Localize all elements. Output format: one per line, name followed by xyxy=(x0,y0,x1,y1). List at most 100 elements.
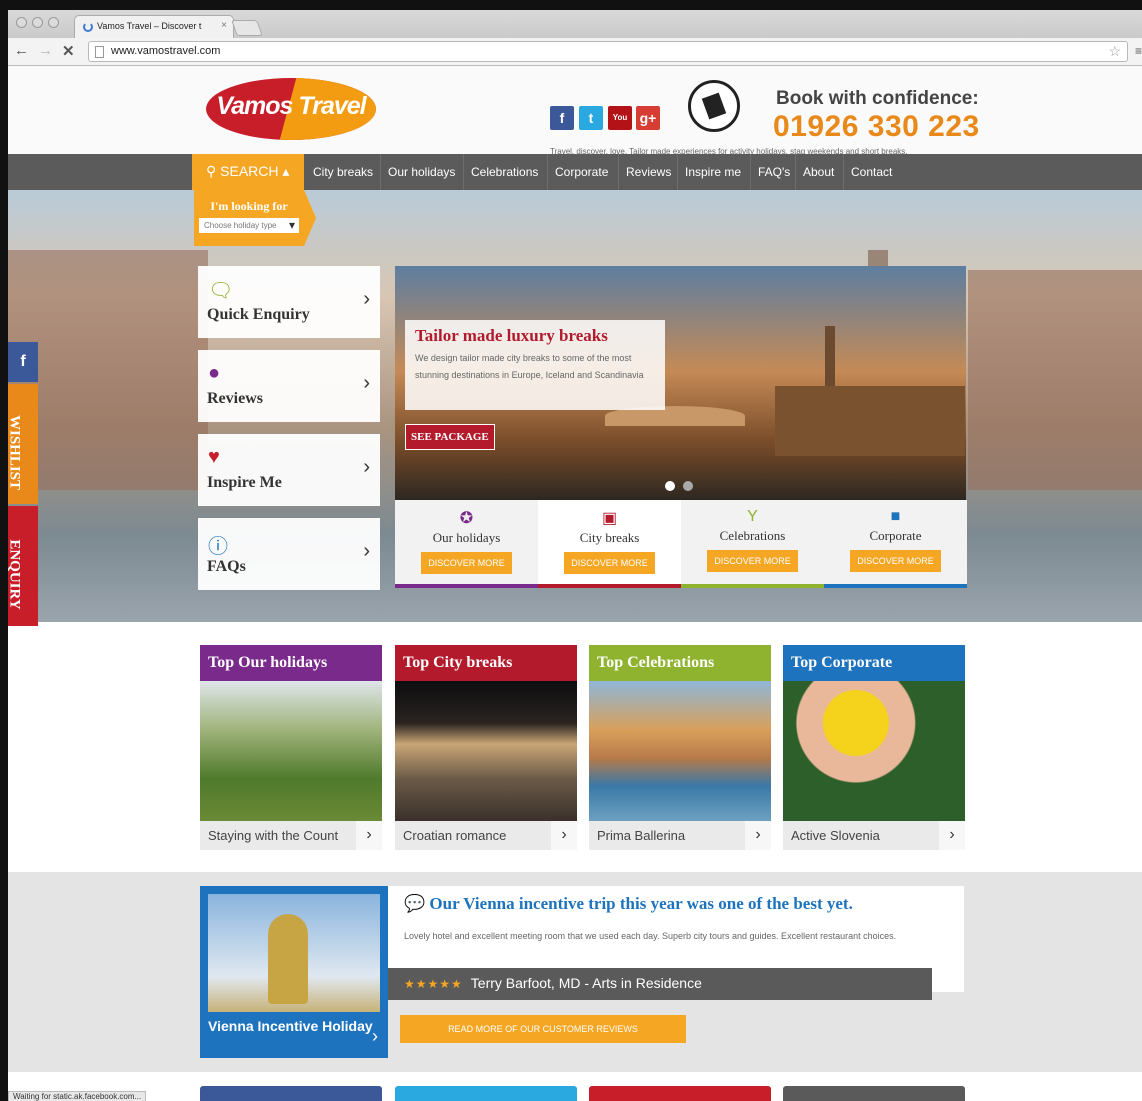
canal-image xyxy=(589,681,771,821)
twitter-icon[interactable]: t xyxy=(579,106,603,130)
facebook-icon[interactable]: f xyxy=(550,106,574,130)
search-toggle-button[interactable]: ⚲ SEARCH ▴ xyxy=(192,154,304,190)
new-tab-button[interactable] xyxy=(231,20,263,36)
rafting-person-image xyxy=(783,681,965,821)
top-card-heading: Top Celebrations xyxy=(589,645,771,681)
phone-number[interactable]: 01926 330 223 xyxy=(773,110,980,144)
url-text: www.vamostravel.com xyxy=(111,45,221,57)
browser-status-bar: Waiting for static.ak.facebook.com... xyxy=(8,1091,147,1101)
stop-loading-icon[interactable]: ✕ xyxy=(62,42,75,60)
nav-corporate[interactable]: Corporate xyxy=(547,154,608,190)
top-city-breaks-card[interactable]: Top City breaks Croatian romance › xyxy=(395,645,577,850)
browser-window: Vamos Travel – Discover t × ← → ✕ www.va… xyxy=(8,10,1142,1101)
top-celebrations-card[interactable]: Top Celebrations Prima Ballerina › xyxy=(589,645,771,850)
slide-description: We design tailor made city breaks to som… xyxy=(415,353,644,380)
browser-menu-icon[interactable]: ≡ xyxy=(1135,44,1142,58)
maximize-window-icon[interactable] xyxy=(48,17,59,28)
nav-inspire-me[interactable]: Inspire me xyxy=(677,154,741,190)
category-label: Celebrations xyxy=(719,528,786,543)
quick-enquiry-card[interactable]: 🗨 Quick Enquiry › xyxy=(198,266,380,338)
back-arrow-icon[interactable]: ← xyxy=(14,42,29,59)
wishlist-label: WISHLIST xyxy=(8,414,23,491)
protected-badge-icon xyxy=(688,80,740,132)
inspire-me-label: Inspire Me xyxy=(207,474,282,491)
suitcase-icon: ▣ xyxy=(601,510,618,527)
category-label: City breaks xyxy=(579,530,640,545)
discover-more-button[interactable]: DISCOVER MORE xyxy=(707,550,798,572)
chevron-right-icon: › xyxy=(363,540,370,562)
category-tabs: ✪ Our holidays DISCOVER MORE ▣ City brea… xyxy=(395,500,967,588)
bookmark-star-icon[interactable]: ☆ xyxy=(1108,43,1121,60)
nav-our-holidays[interactable]: Our holidays xyxy=(380,154,455,190)
nav-city-breaks[interactable]: City breaks xyxy=(306,154,373,190)
chevron-right-icon[interactable]: › xyxy=(939,821,965,850)
facebook-side-tab[interactable]: f xyxy=(8,342,38,382)
top-our-holidays-card[interactable]: Top Our holidays Staying with the Count › xyxy=(200,645,382,850)
footer-tile-red[interactable] xyxy=(589,1086,771,1101)
close-window-icon[interactable] xyxy=(16,17,27,28)
address-bar[interactable]: www.vamostravel.com ☆ xyxy=(88,41,1128,62)
google-plus-icon[interactable]: g+ xyxy=(636,106,660,130)
chevron-right-icon: › xyxy=(363,288,370,310)
speech-bubble-icon: ● xyxy=(208,362,221,384)
see-package-button[interactable]: SEE PACKAGE xyxy=(405,424,495,450)
slider-dot-active[interactable] xyxy=(665,481,675,491)
footer-tile-twitter[interactable] xyxy=(395,1086,577,1101)
night-square-image xyxy=(395,681,577,821)
category-city-breaks[interactable]: ▣ City breaks DISCOVER MORE xyxy=(538,500,681,588)
chevron-right-icon[interactable]: › xyxy=(356,821,382,850)
close-tab-icon[interactable]: × xyxy=(221,20,227,31)
speech-bubble-icon: 💬 xyxy=(404,894,430,913)
slider-dot[interactable] xyxy=(683,481,693,491)
nav-about[interactable]: About xyxy=(795,154,834,190)
nav-reviews[interactable]: Reviews xyxy=(618,154,671,190)
search-label: SEARCH xyxy=(220,163,279,179)
slide-caption: Tailor made luxury breaks We design tail… xyxy=(405,320,665,410)
nav-faqs[interactable]: FAQ's xyxy=(750,154,790,190)
wishlist-tab[interactable]: WISHLIST xyxy=(8,384,38,504)
browser-tab[interactable]: Vamos Travel – Discover t × xyxy=(74,15,234,38)
nav-contact[interactable]: Contact xyxy=(843,154,892,190)
read-more-reviews-button[interactable]: READ MORE OF OUR CUSTOMER REVIEWS xyxy=(400,1015,686,1043)
minimize-window-icon[interactable] xyxy=(32,17,43,28)
reviews-card[interactable]: ● Reviews › xyxy=(198,350,380,422)
quote-text: Lovely hotel and excellent meeting room … xyxy=(404,931,897,941)
top-corporate-card[interactable]: Top Corporate Active Slovenia › xyxy=(783,645,965,850)
youtube-icon[interactable]: You xyxy=(608,106,632,130)
category-corporate[interactable]: ■ Corporate DISCOVER MORE xyxy=(824,500,967,588)
tab-bar: Vamos Travel – Discover t × xyxy=(8,10,1142,38)
category-label: Corporate xyxy=(869,528,922,543)
faqs-card[interactable]: ⓘ FAQs › xyxy=(198,518,380,590)
heart-icon: ♥ xyxy=(208,446,220,468)
discover-more-button[interactable]: DISCOVER MORE xyxy=(421,552,512,574)
top-card-caption: Active Slovenia xyxy=(791,828,880,843)
category-celebrations[interactable]: Y Celebrations DISCOVER MORE xyxy=(681,500,824,588)
info-icon: ⓘ xyxy=(208,536,228,558)
chevron-right-icon: › xyxy=(363,372,370,394)
footer-tile-facebook[interactable] xyxy=(200,1086,382,1101)
hero-slider[interactable]: Tailor made luxury breaks We design tail… xyxy=(395,266,966,500)
book-with-confidence: Book with confidence: xyxy=(776,88,979,109)
enquiry-tab[interactable]: ENQUIRY xyxy=(8,506,38,626)
category-our-holidays[interactable]: ✪ Our holidays DISCOVER MORE xyxy=(395,500,538,588)
holiday-type-select[interactable]: Choose holiday type xyxy=(199,218,299,233)
footer-tile-grey[interactable] xyxy=(783,1086,965,1101)
meadow-image xyxy=(200,681,382,821)
vienna-incentive-card[interactable]: Vienna Incentive Holiday › xyxy=(200,886,388,1058)
chat-bubbles-icon: 🗨 xyxy=(208,280,234,302)
top-card-heading: Top City breaks xyxy=(395,645,577,681)
nav-celebrations[interactable]: Celebrations xyxy=(463,154,538,190)
chevron-right-icon: › xyxy=(372,1026,378,1046)
discover-more-button[interactable]: DISCOVER MORE xyxy=(564,552,655,574)
chevron-right-icon[interactable]: › xyxy=(745,821,771,850)
category-label: Our holidays xyxy=(432,530,501,545)
forward-arrow-icon[interactable]: → xyxy=(38,42,53,59)
discover-more-button[interactable]: DISCOVER MORE xyxy=(850,550,941,572)
slider-dots[interactable] xyxy=(665,478,701,496)
inspire-me-card[interactable]: ♥ Inspire Me › xyxy=(198,434,380,506)
chevron-right-icon[interactable]: › xyxy=(551,821,577,850)
faqs-label: FAQs xyxy=(207,558,246,575)
logo-text: Vamos Travel xyxy=(216,92,366,120)
caret-up-icon: ▴ xyxy=(278,163,290,179)
vamos-travel-logo[interactable]: Vamos Travel xyxy=(206,78,376,140)
